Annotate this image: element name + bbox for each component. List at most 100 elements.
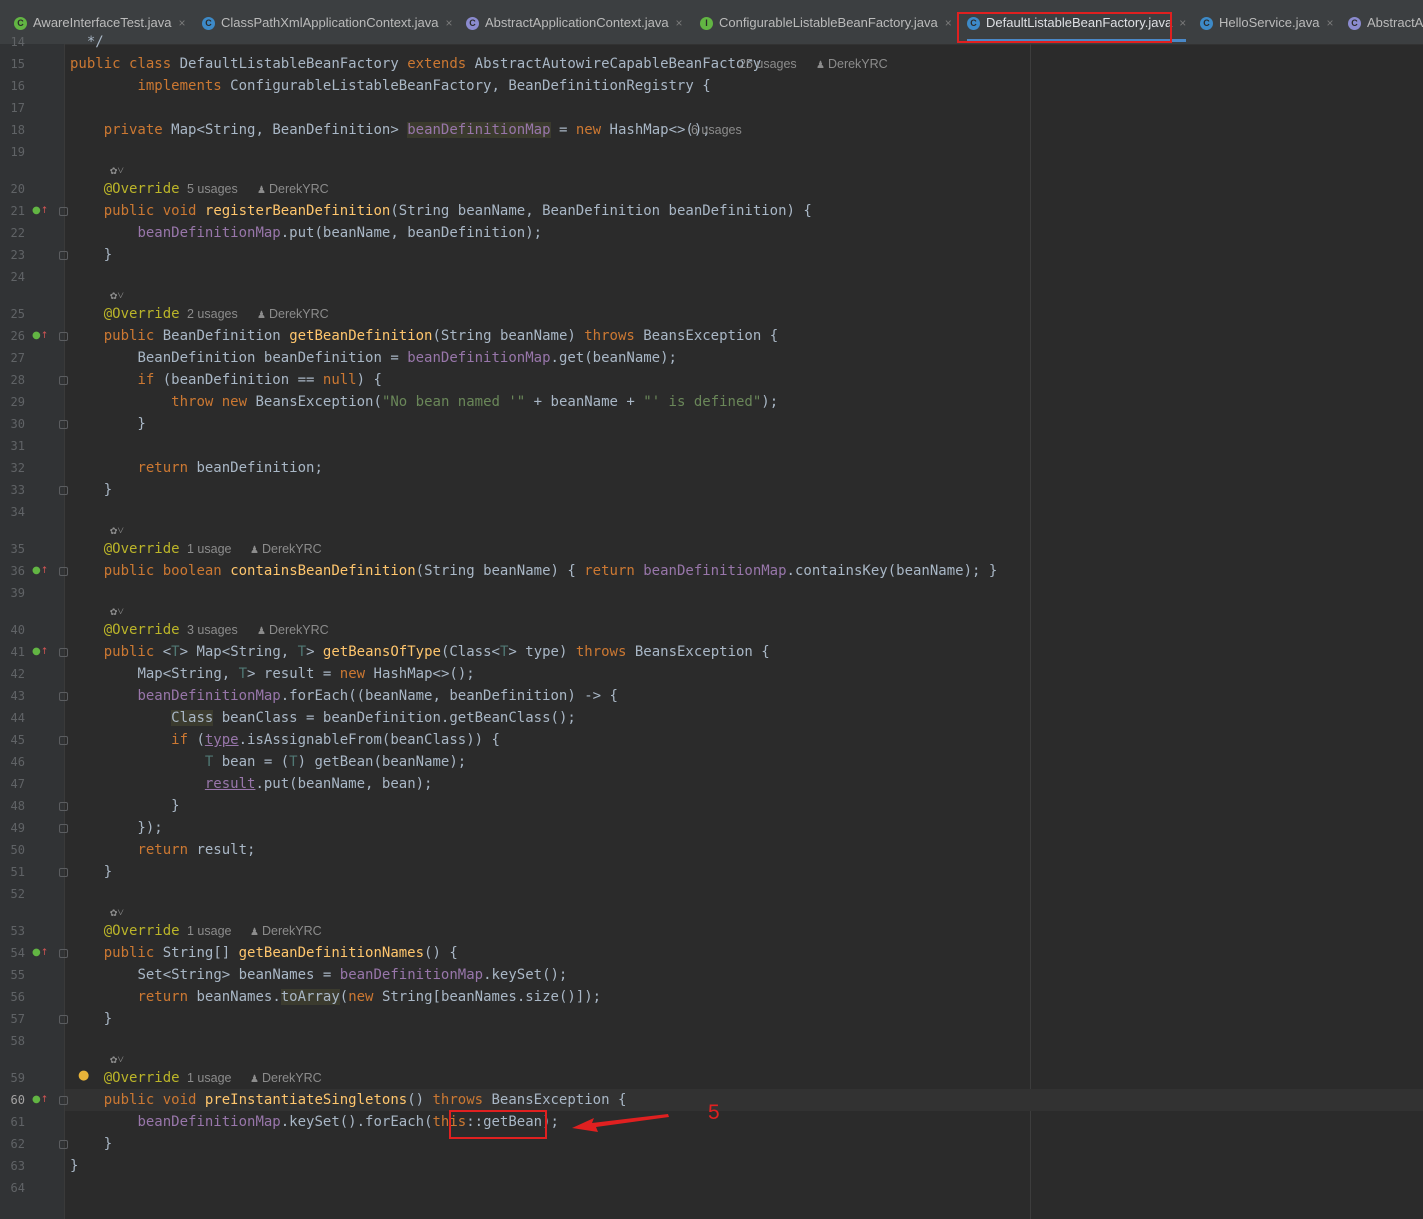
code-line[interactable]: 47 result.put(beanName, bean); xyxy=(0,773,1423,795)
fold-toggle-icon[interactable] xyxy=(59,736,68,745)
code-line[interactable]: 52 xyxy=(0,883,1423,905)
code-line[interactable]: 24 xyxy=(0,266,1423,288)
code-line[interactable]: 41 public <T> Map<String, T> getBeansOfT… xyxy=(0,641,1423,663)
code-line[interactable]: 32 return beanDefinition; xyxy=(0,457,1423,479)
code-line[interactable]: 59 @Override 1 usage ♟ DerekYRC ● xyxy=(0,1067,1423,1089)
implements-method-icon[interactable]: ●↑ xyxy=(32,205,48,217)
fold-toggle-icon[interactable] xyxy=(59,567,68,576)
usages-hint[interactable]: 5 usages xyxy=(187,178,238,200)
usages-hint[interactable]: 1 usage xyxy=(187,920,231,942)
code-line[interactable]: 14 */ xyxy=(0,31,1423,53)
usages-hint[interactable]: 6 usages xyxy=(691,119,742,141)
code-line[interactable]: 43 beanDefinitionMap.forEach((beanName, … xyxy=(0,685,1423,707)
code-line[interactable]: 31 xyxy=(0,435,1423,457)
code-text: } xyxy=(70,1011,113,1027)
fold-toggle-icon[interactable] xyxy=(59,207,68,216)
line-number: 14 xyxy=(10,35,25,49)
code-line[interactable]: 64 xyxy=(0,1177,1423,1199)
code-vision-icon[interactable]: ✿˅ xyxy=(110,523,124,538)
fold-toggle-icon[interactable] xyxy=(59,824,68,833)
code-line[interactable]: 53 @Override 1 usage ♟ DerekYRC xyxy=(0,920,1423,942)
line-number: 56 xyxy=(10,990,25,1004)
code-line[interactable]: 55 Set<String> beanNames = beanDefinitio… xyxy=(0,964,1423,986)
code-line[interactable]: 40 @Override 3 usages ♟ DerekYRC xyxy=(0,619,1423,641)
implements-method-icon[interactable]: ●↑ xyxy=(32,1094,48,1106)
code-vision-icon[interactable]: ✿˅ xyxy=(110,288,124,303)
code-line[interactable]: 16 implements ConfigurableListableBeanFa… xyxy=(0,75,1423,97)
fold-toggle-icon[interactable] xyxy=(59,949,68,958)
fold-toggle-icon[interactable] xyxy=(59,332,68,341)
author-hint[interactable]: ♟ DerekYRC xyxy=(250,538,322,562)
code-line[interactable]: 50 return result; xyxy=(0,839,1423,861)
fold-toggle-icon[interactable] xyxy=(59,486,68,495)
code-line[interactable]: 42 Map<String, T> result = new HashMap<>… xyxy=(0,663,1423,685)
code-line[interactable]: 63} xyxy=(0,1155,1423,1177)
code-vision-icon[interactable]: ✿˅ xyxy=(110,163,124,178)
usages-hint[interactable]: 1 usage xyxy=(187,1067,231,1089)
code-line[interactable]: 56 return beanNames.toArray(new String[b… xyxy=(0,986,1423,1008)
fold-toggle-icon[interactable] xyxy=(59,1015,68,1024)
code-editor[interactable]: 14 */ 15 public class DefaultListableBeanF… xyxy=(0,0,1423,1219)
code-line[interactable]: 58 xyxy=(0,1030,1423,1052)
fold-toggle-icon[interactable] xyxy=(59,868,68,877)
code-line[interactable]: 48 } xyxy=(0,795,1423,817)
code-line[interactable]: 26 public BeanDefinition getBeanDefiniti… xyxy=(0,325,1423,347)
code-line[interactable]: 20 @Override 5 usages ♟ DerekYRC xyxy=(0,178,1423,200)
usages-hint[interactable]: 25 usages xyxy=(739,53,797,75)
code-line[interactable]: 33 } xyxy=(0,479,1423,501)
fold-toggle-icon[interactable] xyxy=(59,692,68,701)
code-line[interactable]: 22 beanDefinitionMap.put(beanName, beanD… xyxy=(0,222,1423,244)
code-line[interactable]: 27 BeanDefinition beanDefinition = beanD… xyxy=(0,347,1423,369)
fold-toggle-icon[interactable] xyxy=(59,802,68,811)
code-line[interactable]: 34 xyxy=(0,501,1423,523)
code-text: beanDefinitionMap.put(beanName, beanDefi… xyxy=(137,225,543,241)
implements-method-icon[interactable]: ●↑ xyxy=(32,330,48,342)
code-line[interactable]: 25 @Override 2 usages ♟ DerekYRC xyxy=(0,303,1423,325)
author-hint[interactable]: ♟ DerekYRC xyxy=(816,53,888,77)
code-line[interactable]: 17 xyxy=(0,97,1423,119)
author-hint[interactable]: ♟ DerekYRC xyxy=(257,619,329,643)
implements-method-icon[interactable]: ●↑ xyxy=(32,565,48,577)
code-vision-icon[interactable]: ✿˅ xyxy=(110,1052,124,1067)
code-line[interactable]: 62 } xyxy=(0,1133,1423,1155)
author-hint[interactable]: ♟ DerekYRC xyxy=(257,178,329,202)
code-vision-icon[interactable]: ✿˅ xyxy=(110,905,124,920)
code-line[interactable]: 39 xyxy=(0,582,1423,604)
implements-method-icon[interactable]: ●↑ xyxy=(32,947,48,959)
code-line[interactable]: 30 } xyxy=(0,413,1423,435)
fold-toggle-icon[interactable] xyxy=(59,1096,68,1105)
line-number: 16 xyxy=(10,79,25,93)
code-line[interactable]: 21 public void registerBeanDefinition(St… xyxy=(0,200,1423,222)
author-hint[interactable]: ♟ DerekYRC xyxy=(257,303,329,327)
fold-toggle-icon[interactable] xyxy=(59,420,68,429)
code-line[interactable]: 49 }); xyxy=(0,817,1423,839)
code-line[interactable]: 18 private Map<String, BeanDefinition> b… xyxy=(0,119,1423,141)
code-line[interactable]: 51 } xyxy=(0,861,1423,883)
code-text: } xyxy=(70,798,180,814)
code-line[interactable]: 54 public String[] getBeanDefinitionName… xyxy=(0,942,1423,964)
code-line[interactable]: 45 if (type.isAssignableFrom(beanClass))… xyxy=(0,729,1423,751)
fold-toggle-icon[interactable] xyxy=(59,648,68,657)
usages-hint[interactable]: 3 usages xyxy=(187,619,238,641)
code-line[interactable]: 57 } xyxy=(0,1008,1423,1030)
code-line[interactable]: 28 if (beanDefinition == null) { xyxy=(0,369,1423,391)
implements-method-icon[interactable]: ●↑ xyxy=(32,646,48,658)
code-line[interactable]: 35 @Override 1 usage ♟ DerekYRC xyxy=(0,538,1423,560)
code-line[interactable]: 44 Class beanClass = beanDefinition.getB… xyxy=(0,707,1423,729)
usages-hint[interactable]: 1 usage xyxy=(187,538,231,560)
fold-toggle-icon[interactable] xyxy=(59,1140,68,1149)
author-hint[interactable]: ♟ DerekYRC xyxy=(250,920,322,944)
code-line[interactable]: 36 public boolean containsBeanDefinition… xyxy=(0,560,1423,582)
code-line[interactable]: 19 xyxy=(0,141,1423,163)
code-line[interactable]: 29 throw new BeansException("No bean nam… xyxy=(0,391,1423,413)
lightbulb-icon[interactable]: ● xyxy=(78,1069,89,1083)
line-number: 24 xyxy=(10,270,25,284)
fold-toggle-icon[interactable] xyxy=(59,251,68,260)
code-line[interactable]: 23 } xyxy=(0,244,1423,266)
fold-toggle-icon[interactable] xyxy=(59,376,68,385)
usages-hint[interactable]: 2 usages xyxy=(187,303,238,325)
code-line[interactable]: 46 T bean = (T) getBean(beanName); xyxy=(0,751,1423,773)
author-hint[interactable]: ♟ DerekYRC xyxy=(250,1067,322,1091)
code-vision-icon[interactable]: ✿˅ xyxy=(110,604,124,619)
code-line[interactable]: 15 public class DefaultListableBeanFactor… xyxy=(0,53,1423,75)
